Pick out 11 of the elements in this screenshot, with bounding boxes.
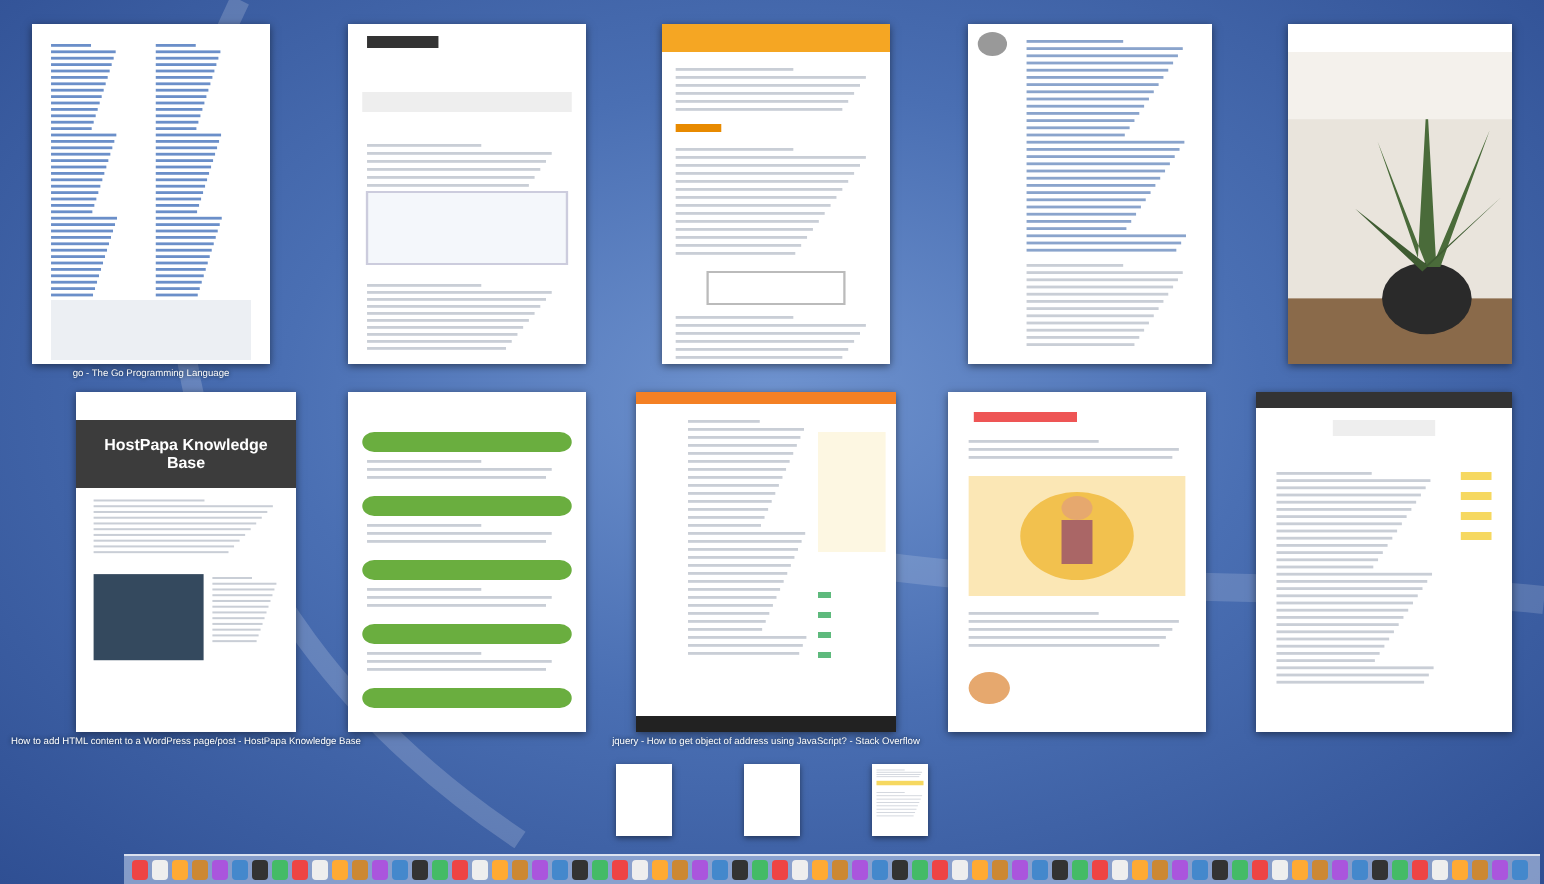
- window-thumbnail[interactable]: [1256, 392, 1512, 732]
- site-banner: HostPapa Knowledge Base: [76, 420, 296, 488]
- window-thumbnail[interactable]: [347, 392, 585, 732]
- window-thumbnail[interactable]: [32, 24, 270, 364]
- minimized-window[interactable]: [872, 764, 928, 836]
- window-thumbnail[interactable]: [947, 392, 1205, 732]
- window-thumbnail[interactable]: [662, 24, 890, 364]
- window-thumbnail[interactable]: [967, 24, 1211, 364]
- window-thumbnail[interactable]: HostPapa Knowledge Base: [76, 392, 296, 732]
- window-thumbnail[interactable]: [347, 24, 585, 364]
- window-thumbnail[interactable]: [636, 392, 896, 732]
